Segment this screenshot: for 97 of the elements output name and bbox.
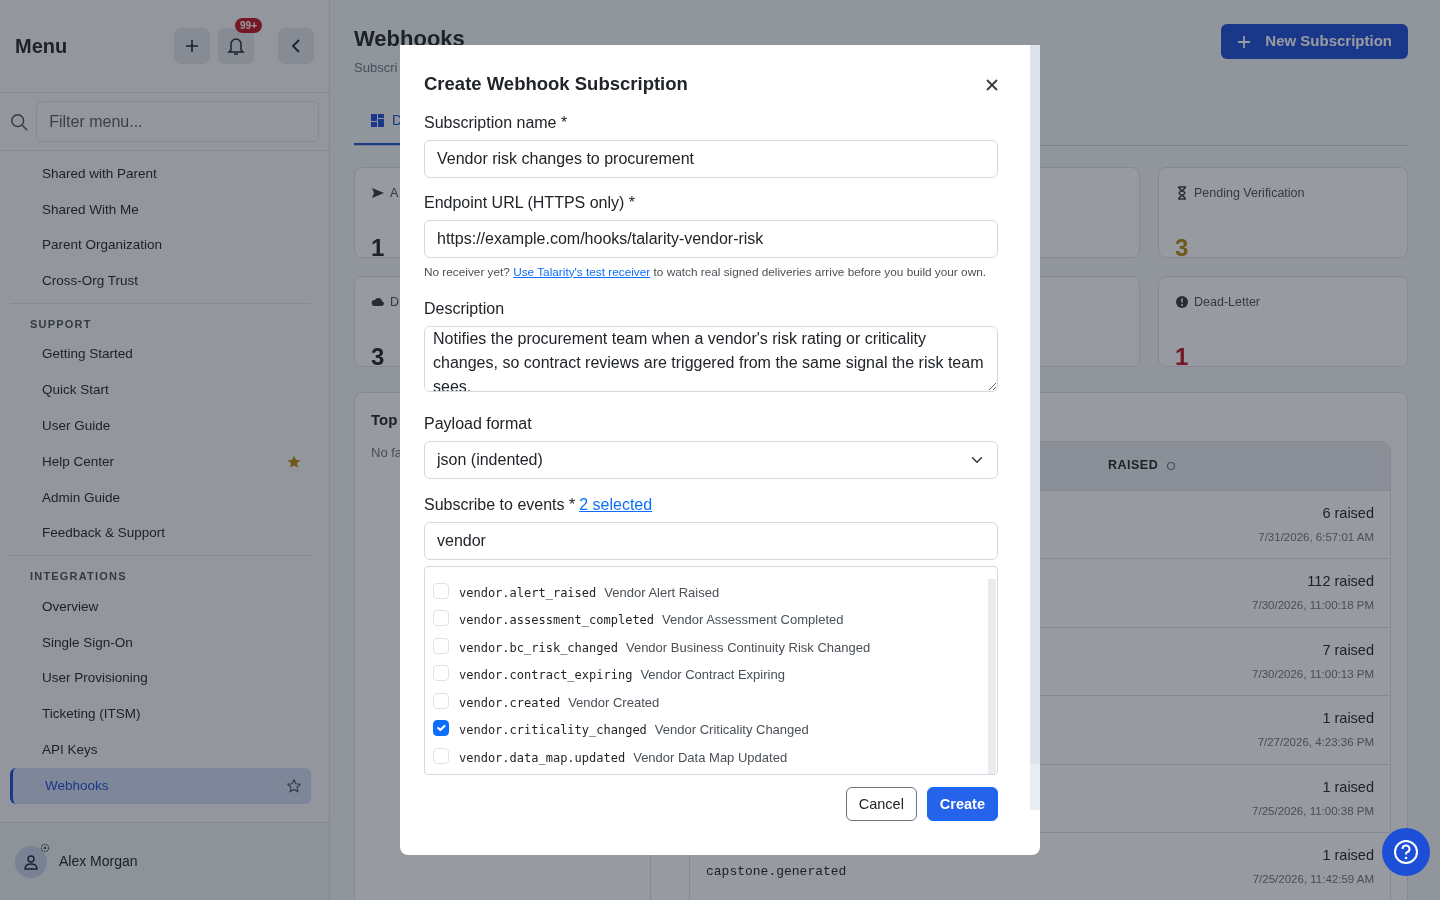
raised-time: 7/30/2026, 11:00:13 PM xyxy=(1252,666,1374,682)
stat-value: 3 xyxy=(1175,233,1189,264)
table-cell-text: capstone.generated xyxy=(706,863,847,881)
cancel-button[interactable]: Cancel xyxy=(845,786,917,821)
raised-count: 1 raised xyxy=(1321,709,1374,729)
new-subscription-button[interactable]: New Subscription xyxy=(1221,24,1408,59)
menu-item[interactable]: User Guide xyxy=(10,408,311,445)
event-name: Vendor Alert Raised xyxy=(604,583,720,602)
user-name: Alex Morgan xyxy=(59,852,138,871)
raised-time: 7/27/2026, 4:23:36 PM xyxy=(1257,735,1374,750)
hourglass-icon xyxy=(1175,185,1189,200)
menu-item[interactable]: Feedback & Support xyxy=(10,515,311,552)
person-icon xyxy=(23,853,39,870)
stat-label: D xyxy=(390,293,400,311)
event-checkbox[interactable] xyxy=(433,720,449,736)
collapse-button[interactable] xyxy=(278,28,314,64)
create-button[interactable]: Create xyxy=(926,786,998,821)
menu-item[interactable]: API Keys xyxy=(10,732,311,768)
event-code: vendor.created xyxy=(459,694,561,712)
menu-item[interactable]: Parent Organization xyxy=(10,227,311,264)
plus-icon xyxy=(185,39,199,53)
sidebar-title: Menu xyxy=(15,34,68,59)
stat-value: 1 xyxy=(371,233,385,264)
sort-icon xyxy=(1166,460,1177,471)
raised-count: 112 raised xyxy=(1306,572,1374,592)
menu-item[interactable]: Overview xyxy=(10,588,311,625)
add-button[interactable] xyxy=(174,28,210,64)
event-name: Vendor Data Map Updated xyxy=(633,748,788,767)
menu-item[interactable]: Help Center xyxy=(10,444,311,480)
dialog-title: Create Webhook Subscription xyxy=(424,72,688,96)
format-select[interactable]: json (indented) xyxy=(424,440,998,479)
event-name: Vendor Created xyxy=(568,693,660,712)
event-code: vendor.bc_risk_changed xyxy=(459,639,618,657)
search-icon xyxy=(10,111,29,132)
menu-item[interactable]: Admin Guide xyxy=(10,479,311,516)
page-subtitle: Subscri xyxy=(354,59,399,77)
help-button[interactable] xyxy=(1382,828,1430,876)
question-icon xyxy=(1393,839,1419,865)
event-name: Vendor Business Continuity Risk Changed xyxy=(625,638,871,657)
event-code: vendor.assessment_completed xyxy=(459,612,655,629)
panel-title: Top xyxy=(371,409,399,430)
raised-count: 6 raised xyxy=(1321,503,1374,523)
text-field[interactable]: Vendor risk changes to procurement xyxy=(424,139,998,178)
help-text: No receiver yet? Use Talarity's test receiver to watch real signed deliveries arrive before you build your own. xyxy=(424,263,987,281)
menu-item[interactable]: Getting Started xyxy=(10,336,311,373)
event-code: vendor.alert_raised xyxy=(459,584,597,602)
filter-field[interactable]: Filter menu... xyxy=(36,101,319,142)
field-label: Endpoint URL (HTTPS only) * xyxy=(424,192,637,213)
menu-item[interactable]: Shared with Parent xyxy=(10,156,311,192)
menu-item[interactable]: Shared With Me xyxy=(10,191,311,228)
raised-count: 1 raised xyxy=(1321,846,1374,866)
close-icon xyxy=(986,78,998,91)
event-search-field[interactable]: vendor xyxy=(424,521,998,560)
section-heading: INTEGRATIONS xyxy=(29,569,128,585)
test-receiver-link[interactable]: Use Talarity's test receiver xyxy=(513,264,651,279)
event-name: Vendor Assessment Completed xyxy=(662,611,844,630)
selected-count-link[interactable]: 2 selected xyxy=(579,492,653,517)
raised-time: 7/31/2026, 6:57:01 AM xyxy=(1258,529,1374,545)
raised-time: 7/30/2026, 11:00:18 PM xyxy=(1252,598,1374,613)
field-label: Payload format xyxy=(424,413,533,434)
user-avatar[interactable] xyxy=(15,845,47,878)
menu-item[interactable]: Quick Start xyxy=(10,372,311,409)
stat-value: 3 xyxy=(371,342,385,373)
menu-item[interactable]: Ticketing (ITSM) xyxy=(10,696,311,733)
raised-count: 7 raised xyxy=(1321,640,1374,660)
chevron-left-icon xyxy=(291,39,301,53)
raised-time: 7/25/2026, 11:42:59 AM xyxy=(1252,872,1374,887)
plus-icon xyxy=(1237,34,1252,49)
stat-label: Dead-Letter xyxy=(1194,293,1260,311)
bell-icon xyxy=(227,36,245,56)
notification-button[interactable] xyxy=(218,28,254,64)
alert-icon xyxy=(1175,294,1189,309)
menu-item[interactable]: Cross-Org Trust xyxy=(10,263,311,300)
menu-item[interactable]: Single Sign-On xyxy=(10,624,311,661)
notification-badge: 99+ xyxy=(235,18,262,33)
send-icon xyxy=(371,185,385,200)
raised-count: 1 raised xyxy=(1321,777,1374,797)
page-title: Webhooks xyxy=(354,25,465,53)
menu-item[interactable]: Webhooks xyxy=(10,767,311,804)
stat-label: A xyxy=(390,184,399,202)
field-label: Description xyxy=(424,298,506,319)
field-label: Subscription name * xyxy=(424,112,569,133)
raised-time: 7/25/2026, 11:00:38 PM xyxy=(1252,803,1374,819)
column-header[interactable]: RAISED xyxy=(1108,456,1159,475)
event-name: Vendor Criticality Changed xyxy=(654,721,809,740)
grid-icon xyxy=(371,113,384,127)
event-code: vendor.data_map.updated xyxy=(459,749,626,767)
menu-item[interactable]: User Provisioning xyxy=(10,660,311,697)
event-name: Vendor Contract Expiring xyxy=(640,666,785,685)
event-code: vendor.criticality_changed xyxy=(459,722,647,739)
stat-label: Pending Verification xyxy=(1194,184,1305,202)
stat-value: 1 xyxy=(1175,342,1189,373)
gear-icon xyxy=(40,842,50,853)
event-code: vendor.contract_expiring xyxy=(459,667,633,684)
url-field[interactable]: https://example.com/hooks/talarity-vendor-risk xyxy=(424,219,998,258)
section-heading: SUPPORT xyxy=(29,317,93,333)
field-label: Subscribe to events * xyxy=(424,494,576,515)
